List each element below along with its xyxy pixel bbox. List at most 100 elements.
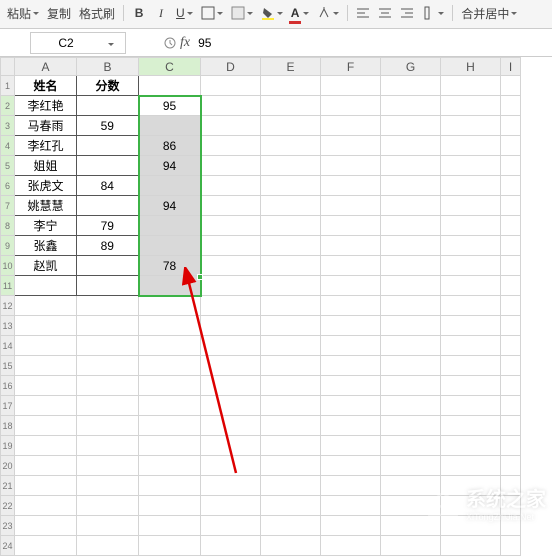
cell-I24[interactable] bbox=[501, 536, 521, 556]
copy-button[interactable]: 复制 bbox=[44, 3, 74, 23]
cell-B7[interactable] bbox=[77, 196, 139, 216]
cell-D21[interactable] bbox=[201, 476, 261, 496]
cell-A14[interactable] bbox=[15, 336, 77, 356]
cell-I10[interactable] bbox=[501, 256, 521, 276]
cell-F13[interactable] bbox=[321, 316, 381, 336]
cell-B8[interactable]: 79 bbox=[77, 216, 139, 236]
cell-D5[interactable] bbox=[201, 156, 261, 176]
cell-C3[interactable] bbox=[139, 116, 201, 136]
cell-G24[interactable] bbox=[381, 536, 441, 556]
cell-F2[interactable] bbox=[321, 96, 381, 116]
cell-I18[interactable] bbox=[501, 416, 521, 436]
cell-F15[interactable] bbox=[321, 356, 381, 376]
row-1[interactable]: 1姓名分数 bbox=[1, 76, 521, 96]
cell-E7[interactable] bbox=[261, 196, 321, 216]
col-header-B[interactable]: B bbox=[77, 58, 139, 76]
cell-E19[interactable] bbox=[261, 436, 321, 456]
cell-E23[interactable] bbox=[261, 516, 321, 536]
cell-H17[interactable] bbox=[441, 396, 501, 416]
cell-I4[interactable] bbox=[501, 136, 521, 156]
cell-F17[interactable] bbox=[321, 396, 381, 416]
cell-B19[interactable] bbox=[77, 436, 139, 456]
cell-H13[interactable] bbox=[441, 316, 501, 336]
cell-H16[interactable] bbox=[441, 376, 501, 396]
cell-C11[interactable] bbox=[139, 276, 201, 296]
cell-B3[interactable]: 59 bbox=[77, 116, 139, 136]
cell-F1[interactable] bbox=[321, 76, 381, 96]
cell-C24[interactable] bbox=[139, 536, 201, 556]
cell-D15[interactable] bbox=[201, 356, 261, 376]
col-header-G[interactable]: G bbox=[381, 58, 441, 76]
row-11[interactable]: 11 bbox=[1, 276, 521, 296]
cell-C10[interactable]: 78 bbox=[139, 256, 201, 276]
name-box-dropdown[interactable] bbox=[101, 36, 119, 50]
row-14[interactable]: 14 bbox=[1, 336, 521, 356]
cell-E5[interactable] bbox=[261, 156, 321, 176]
cell-C13[interactable] bbox=[139, 316, 201, 336]
row-header-2[interactable]: 2 bbox=[1, 96, 15, 116]
row-header-24[interactable]: 24 bbox=[1, 536, 15, 556]
cell-A12[interactable] bbox=[15, 296, 77, 316]
cell-I16[interactable] bbox=[501, 376, 521, 396]
cell-A2[interactable]: 李红艳 bbox=[15, 96, 77, 116]
cell-I2[interactable] bbox=[501, 96, 521, 116]
cell-D2[interactable] bbox=[201, 96, 261, 116]
cell-E2[interactable] bbox=[261, 96, 321, 116]
cell-I8[interactable] bbox=[501, 216, 521, 236]
cell-B6[interactable]: 84 bbox=[77, 176, 139, 196]
cell-G12[interactable] bbox=[381, 296, 441, 316]
row-header-21[interactable]: 21 bbox=[1, 476, 15, 496]
cell-H7[interactable] bbox=[441, 196, 501, 216]
cell-F21[interactable] bbox=[321, 476, 381, 496]
cell-G15[interactable] bbox=[381, 356, 441, 376]
cell-B14[interactable] bbox=[77, 336, 139, 356]
cell-A1[interactable]: 姓名 bbox=[15, 76, 77, 96]
fx-icon[interactable]: fx bbox=[180, 35, 190, 51]
cell-I12[interactable] bbox=[501, 296, 521, 316]
cell-I15[interactable] bbox=[501, 356, 521, 376]
cell-A22[interactable] bbox=[15, 496, 77, 516]
row-15[interactable]: 15 bbox=[1, 356, 521, 376]
cell-F16[interactable] bbox=[321, 376, 381, 396]
cell-E9[interactable] bbox=[261, 236, 321, 256]
cell-H1[interactable] bbox=[441, 76, 501, 96]
cell-C20[interactable] bbox=[139, 456, 201, 476]
cell-H24[interactable] bbox=[441, 536, 501, 556]
row-18[interactable]: 18 bbox=[1, 416, 521, 436]
cell-A20[interactable] bbox=[15, 456, 77, 476]
row-header-10[interactable]: 10 bbox=[1, 256, 15, 276]
row-13[interactable]: 13 bbox=[1, 316, 521, 336]
merge-center-button[interactable]: 合并居中 bbox=[458, 3, 520, 23]
cell-I9[interactable] bbox=[501, 236, 521, 256]
cell-I14[interactable] bbox=[501, 336, 521, 356]
row-header-1[interactable]: 1 bbox=[1, 76, 15, 96]
cell-G7[interactable] bbox=[381, 196, 441, 216]
cell-F18[interactable] bbox=[321, 416, 381, 436]
cell-D16[interactable] bbox=[201, 376, 261, 396]
row-header-19[interactable]: 19 bbox=[1, 436, 15, 456]
cell-A17[interactable] bbox=[15, 396, 77, 416]
cell-B13[interactable] bbox=[77, 316, 139, 336]
cell-H3[interactable] bbox=[441, 116, 501, 136]
align-center-button[interactable] bbox=[375, 3, 395, 23]
cell-F12[interactable] bbox=[321, 296, 381, 316]
row-12[interactable]: 12 bbox=[1, 296, 521, 316]
cell-C16[interactable] bbox=[139, 376, 201, 396]
cell-A24[interactable] bbox=[15, 536, 77, 556]
cell-C9[interactable] bbox=[139, 236, 201, 256]
cell-G9[interactable] bbox=[381, 236, 441, 256]
cell-C5[interactable]: 94 bbox=[139, 156, 201, 176]
cell-E1[interactable] bbox=[261, 76, 321, 96]
clear-button[interactable] bbox=[314, 3, 342, 23]
cell-A19[interactable] bbox=[15, 436, 77, 456]
cell-C7[interactable]: 94 bbox=[139, 196, 201, 216]
cell-F20[interactable] bbox=[321, 456, 381, 476]
cell-G2[interactable] bbox=[381, 96, 441, 116]
row-20[interactable]: 20 bbox=[1, 456, 521, 476]
cell-G10[interactable] bbox=[381, 256, 441, 276]
row-17[interactable]: 17 bbox=[1, 396, 521, 416]
cell-G18[interactable] bbox=[381, 416, 441, 436]
row-2[interactable]: 2李红艳95 bbox=[1, 96, 521, 116]
cell-H6[interactable] bbox=[441, 176, 501, 196]
cell-D6[interactable] bbox=[201, 176, 261, 196]
